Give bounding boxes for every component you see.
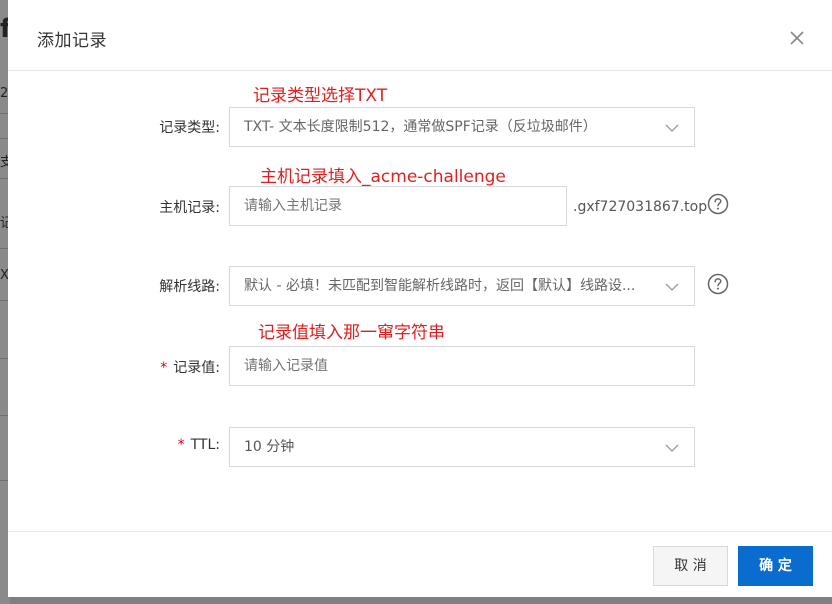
domain-suffix: .gxf727031867.top — [573, 199, 708, 215]
record-type-label: 记录类型: — [159, 120, 220, 136]
dialog-footer: 取 消 确 定 — [8, 531, 832, 597]
record-value-label: 记录值: — [173, 360, 220, 376]
host-label: 主机记录: — [159, 200, 220, 216]
annotation-record-value: 记录值填入那一窜字符串 — [258, 323, 445, 343]
add-record-dialog: 添加记录 记录类型选择TXT 主机记录填入_acme-challenge 记录值… — [8, 0, 832, 597]
dialog-header: 添加记录 — [8, 0, 832, 71]
record-value-label-row: * 记录值: — [8, 357, 220, 377]
line-select[interactable]: 默认 - 必填！未匹配到智能解析线路时，返回【默认】线路设... — [229, 266, 695, 306]
record-value-input[interactable] — [229, 346, 695, 386]
record-type-select[interactable]: TXT- 文本长度限制512，通常做SPF记录（反垃圾邮件） — [229, 107, 695, 147]
record-type-value: TXT- 文本长度限制512，通常做SPF记录（反垃圾邮件） — [244, 119, 597, 135]
ttl-label: TTL: — [190, 437, 220, 453]
line-value: 默认 - 必填！未匹配到智能解析线路时，返回【默认】线路设... — [244, 278, 636, 294]
annotation-record-type: 记录类型选择TXT — [253, 86, 388, 106]
confirm-button[interactable]: 确 定 — [738, 546, 813, 586]
chevron-down-icon — [665, 124, 679, 132]
required-mark: * — [177, 437, 185, 453]
ttl-value: 10 分钟 — [244, 439, 295, 455]
host-input[interactable] — [229, 186, 567, 226]
close-icon[interactable] — [787, 28, 807, 48]
required-mark: * — [160, 360, 168, 376]
help-icon[interactable] — [707, 273, 729, 295]
chevron-down-icon — [665, 444, 679, 452]
cancel-button[interactable]: 取 消 — [653, 546, 728, 586]
line-label: 解析线路: — [159, 279, 220, 295]
dialog-title: 添加记录 — [37, 31, 107, 51]
ttl-label-row: * TTL: — [8, 437, 220, 453]
help-icon[interactable] — [707, 193, 729, 215]
annotation-host: 主机记录填入_acme-challenge — [260, 167, 506, 187]
ttl-select[interactable]: 10 分钟 — [229, 427, 695, 467]
chevron-down-icon — [665, 283, 679, 291]
